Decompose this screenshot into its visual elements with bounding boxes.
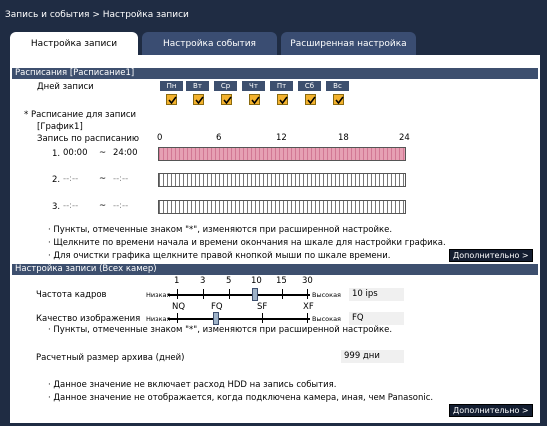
breadcrumb: Запись и события > Настройка записи xyxy=(5,10,189,20)
archive-label: Расчетный размер архива (дней) xyxy=(36,353,185,363)
check-icon xyxy=(223,96,232,105)
row-3-end-time[interactable]: --:-- xyxy=(113,199,147,213)
day-thu: Чт xyxy=(242,81,265,91)
record-note: · Пункты, отмеченные знаком "*", изменяю… xyxy=(48,325,393,335)
checkbox-sat[interactable] xyxy=(305,94,316,105)
row-3-num: 3. xyxy=(52,202,61,212)
archive-value: 999 дни xyxy=(341,350,404,363)
fps-scale-1: 1 xyxy=(174,276,180,286)
fps-tick xyxy=(282,289,283,299)
scale-6: 6 xyxy=(216,133,222,143)
quality-tick xyxy=(262,313,263,323)
quality-slider-thumb[interactable] xyxy=(213,312,219,325)
fps-slider-track[interactable] xyxy=(168,294,310,296)
fps-scale-5: 5 xyxy=(226,276,232,286)
tab-record-settings[interactable]: Настройка записи xyxy=(10,32,138,56)
row-1-end-time[interactable]: 24:00 xyxy=(113,146,147,160)
fps-low-label: Низкая xyxy=(146,291,171,299)
row-3-start-time[interactable]: --:-- xyxy=(63,199,95,213)
day-fri: Пт xyxy=(270,81,293,91)
row-1-start-time[interactable]: 00:00 xyxy=(63,146,95,160)
quality-high-label: Высокая xyxy=(312,315,341,323)
by-schedule-label: Запись по расписанию xyxy=(37,134,140,144)
fps-scale-30: 30 xyxy=(302,276,313,286)
schedule-note-3: · Для очистки графика щелкните правой кн… xyxy=(48,251,391,261)
fps-scale-3: 3 xyxy=(200,276,206,286)
day-sat: Сб xyxy=(298,81,321,91)
check-icon xyxy=(195,96,204,105)
days-label: Дней записи xyxy=(37,82,94,92)
check-icon xyxy=(251,96,260,105)
quality-scale-sf: SF xyxy=(257,302,268,312)
row-2-start-time[interactable]: --:-- xyxy=(63,172,95,186)
fps-label: Частота кадров xyxy=(36,290,107,300)
row-2-end-time[interactable]: --:-- xyxy=(113,172,147,186)
checkbox-tue[interactable] xyxy=(193,94,204,105)
checkbox-sun[interactable] xyxy=(333,94,344,105)
fps-high-label: Высокая xyxy=(312,291,341,299)
archive-note-2: · Данное значение не отображается, когда… xyxy=(48,393,434,403)
tab-event-settings[interactable]: Настройка события xyxy=(142,32,277,56)
scale-18: 18 xyxy=(338,133,349,143)
row-2-separator: ~ xyxy=(99,174,107,184)
quality-tick xyxy=(177,313,178,323)
quality-slider-track[interactable] xyxy=(168,318,310,320)
quality-scale-xf: XF xyxy=(303,302,314,312)
schedule-note-1: · Пункты, отмеченные знаком "*", изменяю… xyxy=(48,225,393,235)
row-1-timeline[interactable] xyxy=(158,147,406,161)
fps-tick xyxy=(307,289,308,299)
quality-scale-fq: FQ xyxy=(211,302,223,312)
record-section-header: Настройка записи (Всех камер) xyxy=(12,264,538,275)
quality-scale-nq: NQ xyxy=(172,302,186,312)
schedule-label: * Расписание для записи xyxy=(24,110,137,120)
schedule-note-2: · Щелкните по времени начала и времени о… xyxy=(48,238,446,248)
fps-tick xyxy=(229,289,230,299)
day-wed: Ср xyxy=(214,81,237,91)
checkbox-thu[interactable] xyxy=(249,94,260,105)
quality-low-label: Низкая xyxy=(146,315,171,323)
quality-label: Качество изображения xyxy=(36,314,141,324)
quality-tick xyxy=(307,313,308,323)
scale-24: 24 xyxy=(399,133,410,143)
checkbox-fri[interactable] xyxy=(277,94,288,105)
row-1-num: 1. xyxy=(52,149,61,159)
schedule-more-button[interactable]: Дополнительно > xyxy=(449,249,533,262)
row-2-timeline[interactable] xyxy=(158,173,406,187)
check-icon xyxy=(279,96,288,105)
schedule-section-header: Расписания [Расписание1] xyxy=(12,68,538,79)
scale-0: 0 xyxy=(157,133,163,143)
row-3-timeline[interactable] xyxy=(158,200,406,214)
record-more-button[interactable]: Дополнительно > xyxy=(449,404,533,417)
day-sun: Вс xyxy=(326,81,349,91)
checkbox-mon[interactable] xyxy=(166,94,177,105)
archive-note-1: · Данное значение не включает расход HDD… xyxy=(48,380,337,390)
row-3-separator: ~ xyxy=(99,201,107,211)
quality-value: FQ xyxy=(349,312,404,325)
fps-scale-10: 10 xyxy=(251,276,262,286)
checkbox-wed[interactable] xyxy=(221,94,232,105)
check-icon xyxy=(335,96,344,105)
day-mon: Пн xyxy=(160,81,183,91)
fps-tick xyxy=(203,289,204,299)
row-2-num: 2. xyxy=(52,175,61,185)
fps-value: 10 ips xyxy=(349,288,404,301)
fps-scale-15: 15 xyxy=(276,276,287,286)
row-1-separator: ~ xyxy=(99,148,107,158)
scale-12: 12 xyxy=(276,133,287,143)
fps-tick xyxy=(177,289,178,299)
day-tue: Вт xyxy=(186,81,209,91)
fps-slider-thumb[interactable] xyxy=(252,288,258,301)
check-icon xyxy=(168,96,177,105)
tab-advanced-settings[interactable]: Расширенная настройка xyxy=(281,32,416,56)
check-icon xyxy=(307,96,316,105)
graph-label: [График1] xyxy=(37,122,83,132)
